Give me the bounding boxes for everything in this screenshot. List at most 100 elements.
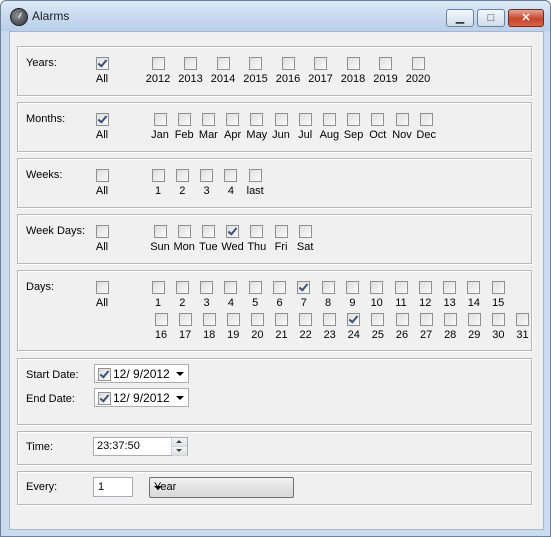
days-checkbox-13-box[interactable] — [443, 281, 457, 294]
months-checkbox-dec[interactable]: Dec — [411, 113, 441, 141]
days-checkbox-27-box[interactable] — [419, 313, 433, 326]
days-checkbox-17-box[interactable] — [178, 313, 192, 326]
months-checkbox-feb-box[interactable] — [177, 113, 191, 126]
days-checkbox-20-box[interactable] — [250, 313, 264, 326]
days-checkbox-21-box[interactable] — [275, 313, 288, 326]
years-checkbox-2019[interactable]: 2019 — [371, 57, 401, 85]
end-date-checkbox[interactable] — [98, 392, 111, 405]
years-checkbox-2014-box[interactable] — [216, 57, 230, 70]
days-checkbox-5-box[interactable] — [248, 281, 262, 294]
days-checkbox-16-box[interactable] — [154, 313, 168, 326]
months-checkbox-aug-box[interactable] — [322, 113, 336, 126]
months-checkbox-dec-box[interactable] — [419, 113, 433, 126]
months-checkbox-apr-box[interactable] — [226, 113, 240, 126]
start-date-picker[interactable]: 12/ 9/2012 — [94, 364, 189, 383]
years-checkbox-2016-box[interactable] — [281, 57, 295, 70]
weeks-checkbox-4-box[interactable] — [224, 169, 238, 182]
years-checkbox-2015[interactable]: 2015 — [241, 57, 271, 85]
days-checkbox-31-box[interactable] — [516, 313, 529, 326]
weeks-checkbox-2-box[interactable] — [175, 169, 189, 182]
days-checkbox-4-box[interactable] — [224, 281, 238, 294]
days-checkbox-23-box[interactable] — [323, 313, 337, 326]
days-checkbox-15[interactable]: 15 — [483, 281, 513, 309]
weekdays-checkbox-all-box[interactable] — [95, 225, 109, 238]
chevron-down-icon[interactable] — [154, 486, 162, 490]
days-checkbox-7-box[interactable] — [297, 281, 311, 294]
years-checkbox-2018-box[interactable] — [346, 57, 360, 70]
years-checkbox-2017-box[interactable] — [314, 57, 327, 70]
days-checkbox-1-box[interactable] — [151, 281, 165, 294]
title-bar[interactable]: Alarms ▁ □ ✕ — [1, 1, 550, 31]
weekdays-checkbox-wed-box[interactable] — [226, 225, 240, 238]
close-button[interactable]: ✕ — [508, 9, 544, 27]
years-checkbox-2016[interactable]: 2016 — [273, 57, 303, 85]
minimize-button[interactable]: ▁ — [446, 9, 474, 27]
days-checkbox-14-box[interactable] — [467, 281, 481, 294]
weeks-checkbox-last-box[interactable] — [248, 169, 262, 182]
days-checkbox-8-box[interactable] — [321, 281, 335, 294]
end-date-picker[interactable]: 12/ 9/2012 — [94, 388, 189, 407]
days-checkbox-2-box[interactable] — [175, 281, 189, 294]
days-checkbox-28-box[interactable] — [443, 313, 457, 326]
months-checkbox-may-box[interactable] — [250, 113, 264, 126]
time-input[interactable]: 23:37:50 — [93, 437, 188, 456]
start-date-checkbox[interactable] — [98, 368, 111, 381]
spin-up-icon[interactable] — [172, 438, 187, 447]
time-spinner[interactable] — [171, 438, 187, 456]
years-checkbox-2017[interactable]: 2017 — [306, 57, 336, 85]
chevron-down-icon[interactable] — [176, 372, 184, 376]
years-checkbox-2015-box[interactable] — [249, 57, 262, 70]
weekdays-checkbox-all[interactable]: All — [87, 225, 117, 253]
months-checkbox-jan-box[interactable] — [153, 113, 167, 126]
days-checkbox-all[interactable]: All — [87, 281, 117, 309]
months-checkbox-oct-box[interactable] — [371, 113, 385, 126]
spin-down-icon[interactable] — [172, 447, 187, 456]
years-checkbox-2012-box[interactable] — [151, 57, 165, 70]
maximize-button[interactable]: □ — [477, 9, 505, 27]
days-checkbox-18-box[interactable] — [202, 313, 216, 326]
days-checkbox-30-box[interactable] — [491, 313, 505, 326]
months-checkbox-jun-box[interactable] — [274, 113, 288, 126]
years-checkbox-2020[interactable]: 2020 — [403, 57, 433, 85]
every-unit-select[interactable]: Year — [149, 477, 294, 498]
years-checkbox-2014[interactable]: 2014 — [208, 57, 238, 85]
days-checkbox-24-box[interactable] — [347, 313, 361, 326]
weekdays-checkbox-thu-box[interactable] — [250, 225, 264, 238]
years-checkbox-2020-box[interactable] — [411, 57, 425, 70]
days-checkbox-10-box[interactable] — [370, 281, 384, 294]
years-checkbox-2012[interactable]: 2012 — [143, 57, 173, 85]
months-checkbox-sep-box[interactable] — [347, 113, 361, 126]
months-checkbox-jul-box[interactable] — [298, 113, 312, 126]
months-checkbox-nov-box[interactable] — [395, 113, 409, 126]
years-checkbox-2013-box[interactable] — [184, 57, 197, 70]
days-checkbox-29-box[interactable] — [467, 313, 481, 326]
days-checkbox-26-box[interactable] — [395, 313, 409, 326]
weekdays-checkbox-sat[interactable]: Sat — [290, 225, 320, 253]
every-count-input[interactable]: 1 — [93, 477, 133, 497]
weekdays-checkbox-sun-box[interactable] — [153, 225, 167, 238]
days-checkbox-15-box[interactable] — [491, 281, 505, 294]
days-checkbox-all-box[interactable] — [95, 281, 109, 294]
weekdays-checkbox-sat-box[interactable] — [298, 225, 312, 238]
years-checkbox-all-box[interactable] — [95, 57, 109, 70]
weekdays-checkbox-tue-box[interactable] — [201, 225, 215, 238]
weeks-checkbox-last[interactable]: last — [240, 169, 270, 197]
years-checkbox-2018[interactable]: 2018 — [338, 57, 368, 85]
days-checkbox-19-box[interactable] — [226, 313, 240, 326]
days-checkbox-9-box[interactable] — [345, 281, 359, 294]
years-checkbox-all[interactable]: All — [87, 57, 117, 85]
years-checkbox-2019-box[interactable] — [379, 57, 392, 70]
weeks-checkbox-all-box[interactable] — [95, 169, 109, 182]
days-checkbox-31[interactable]: 31 — [508, 313, 538, 341]
chevron-down-icon[interactable] — [176, 396, 184, 400]
months-checkbox-mar-box[interactable] — [201, 113, 215, 126]
days-checkbox-22-box[interactable] — [299, 313, 313, 326]
weeks-checkbox-all[interactable]: All — [87, 169, 117, 197]
years-checkbox-2013[interactable]: 2013 — [176, 57, 206, 85]
days-checkbox-11-box[interactable] — [394, 281, 408, 294]
days-checkbox-25-box[interactable] — [371, 313, 385, 326]
days-checkbox-3-box[interactable] — [200, 281, 214, 294]
days-checkbox-6-box[interactable] — [273, 281, 286, 294]
weeks-checkbox-3-box[interactable] — [200, 169, 214, 182]
weekdays-checkbox-mon-box[interactable] — [177, 225, 191, 238]
